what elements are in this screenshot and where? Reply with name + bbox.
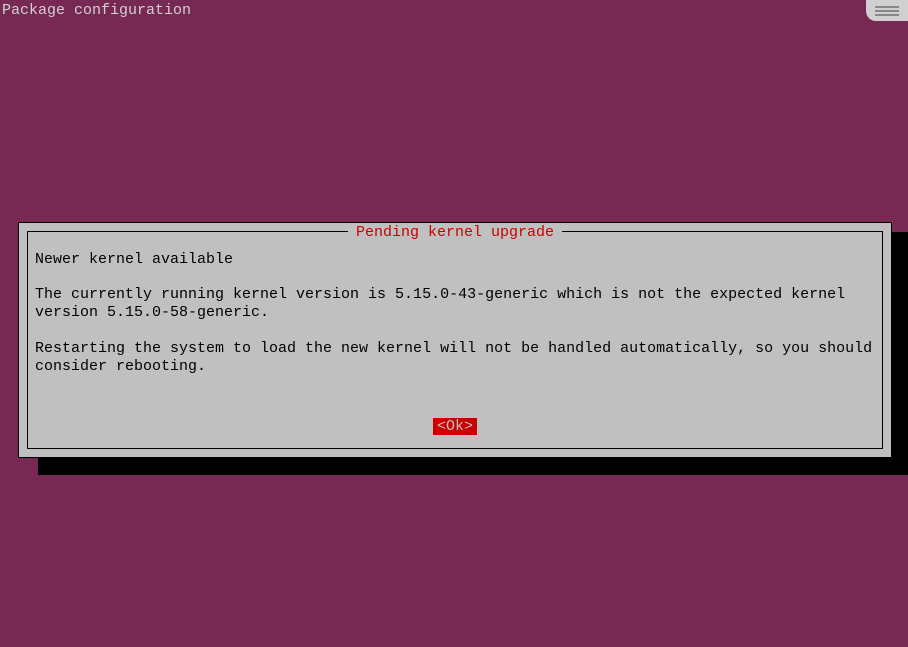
dialog-paragraph-2: Restarting the system to load the new ke… — [35, 340, 875, 376]
menu-line — [875, 14, 899, 16]
dialog-title: Pending kernel upgrade — [348, 224, 562, 241]
dialog-heading: Newer kernel available — [35, 251, 875, 268]
dialog-box: Pending kernel upgrade Newer kernel avai… — [18, 222, 892, 458]
menu-line — [875, 6, 899, 8]
header-title: Package configuration — [0, 2, 191, 19]
menu-line — [875, 10, 899, 12]
dialog-content: Newer kernel available The currently run… — [35, 251, 875, 394]
dialog-paragraph-1: The currently running kernel version is … — [35, 286, 875, 322]
ok-button[interactable]: <Ok> — [433, 418, 477, 435]
hamburger-menu-icon[interactable] — [866, 0, 908, 21]
header-bar: Package configuration — [0, 0, 908, 21]
